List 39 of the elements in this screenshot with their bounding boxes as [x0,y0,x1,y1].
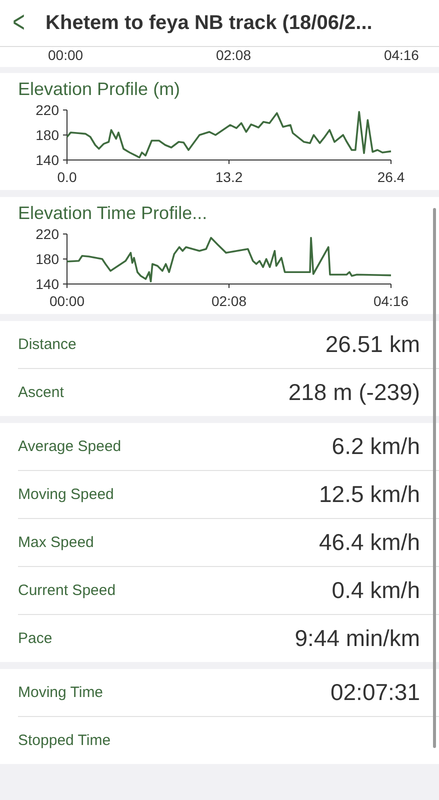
stat-label: Stopped Time [18,732,111,749]
tick-label: 220 [36,226,59,242]
tick-label: 140 [36,276,59,292]
stat-label: Ascent [18,384,64,401]
tick-label: 00:00 [49,293,85,309]
y-axis [62,234,68,284]
tick-label: 220 [36,102,59,118]
y-axis [62,110,68,160]
chart-title: Elevation Time Profile... [17,203,208,224]
stat-label: Average Speed [18,438,122,455]
stat-label: Current Speed [18,582,116,599]
tick-label: 13.2 [215,169,243,185]
tick-label: 180 [36,127,59,143]
track-title: Khetem to feya NB track (18/06/2... [46,12,372,34]
stat-label: Pace [18,630,52,647]
stat-value: 9:44 min/km [294,625,420,652]
tick-label: 04:16 [373,293,409,309]
stat-label: Moving Time [18,684,104,701]
stat-value: 12.5 km/h [319,481,420,508]
tick-label: 00:00 [48,47,84,65]
tick-label: 04:16 [384,47,419,65]
stat-value: 46.4 km/h [319,529,420,556]
tick-label: 02:08 [216,47,252,65]
stat-label: Distance [18,336,76,353]
tick-label: 180 [36,251,59,267]
stat-label: Moving Speed [18,486,114,503]
stat-label: Max Speed [18,534,94,551]
stat-value: 218 m (-239) [288,379,420,406]
stat-value: 0.4 km/h [332,577,420,604]
tick-label: 0.0 [57,169,77,185]
back-button[interactable]: < [12,8,25,38]
scrollbar[interactable] [433,208,436,748]
chart-title: Elevation Profile (m) [17,79,182,100]
tick-label: 140 [36,152,59,168]
tick-label: 02:08 [211,293,247,309]
stat-value: 02:07:31 [330,679,420,706]
stat-value: 26.51 km [325,331,420,358]
tick-label: 26.4 [377,169,405,185]
stat-value: 6.2 km/h [332,433,420,460]
